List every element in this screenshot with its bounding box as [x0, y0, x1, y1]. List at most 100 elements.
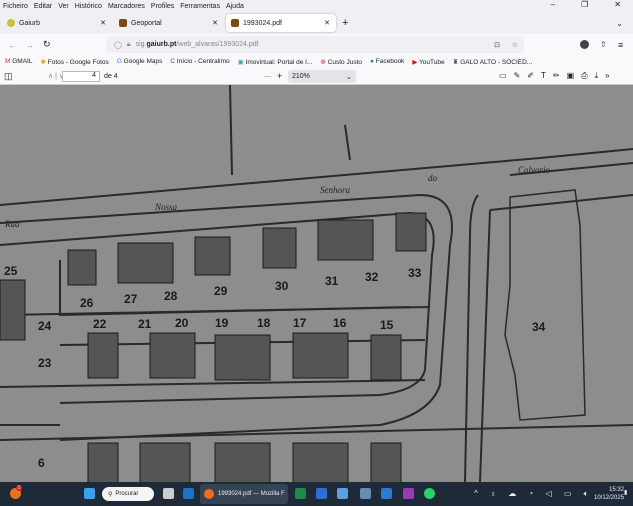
menu-marcadores[interactable]: Marcadores — [108, 3, 145, 10]
new-tab-button[interactable]: + — [342, 17, 348, 29]
street-label: do — [428, 173, 438, 183]
menu-editar[interactable]: Editar — [34, 3, 52, 10]
word-icon[interactable] — [316, 488, 327, 499]
search-box[interactable]: ⚲ Procurar — [102, 487, 154, 501]
lot-label: 34 — [532, 320, 546, 334]
bookmark-star-icon[interactable]: ☆ — [512, 41, 518, 49]
date: 10/12/2025 — [594, 495, 625, 501]
url-path: /web_alvaras/1993024.pdf — [176, 41, 259, 48]
menu-profiles[interactable]: Profiles — [151, 3, 174, 10]
street-label: Senhora — [320, 185, 350, 195]
menu-ver[interactable]: Ver — [58, 3, 69, 10]
lot-label: 30 — [275, 279, 289, 293]
lot-label: 31 — [325, 274, 339, 288]
tab-strip: Gaiurb ✕ Geoportal ✕ 1993024.pdf ✕ + ⌄ — [0, 12, 633, 34]
lot-label: 21 — [138, 317, 152, 331]
tab-gaiurb[interactable]: Gaiurb ✕ — [2, 14, 112, 32]
save-icon[interactable]: ⤓ — [595, 71, 599, 81]
excel-icon[interactable] — [295, 488, 306, 499]
menu-ferramentas[interactable]: Ferramentas — [180, 3, 220, 10]
zoom-in-button[interactable]: + — [277, 71, 282, 81]
chevron-down-icon: ⌄ — [346, 73, 352, 81]
bookmark-maps[interactable]: G Google Maps — [117, 58, 163, 65]
lot-label: 16 — [333, 316, 347, 330]
tab-title: Gaiurb — [19, 19, 41, 27]
navigation-bar: ← → ↻ ◯ 🔒︎ sig. gaiurb.pt/web_alvaras/19930… — [0, 34, 633, 55]
menu-ajuda[interactable]: Ajuda — [226, 3, 244, 10]
lot-label: 22 — [93, 317, 107, 331]
text-icon[interactable]: T — [541, 71, 546, 81]
bookmark-youtube[interactable]: ▶ YouTube — [412, 58, 444, 66]
pdf-favicon-icon — [231, 19, 239, 27]
forward-icon[interactable]: → — [25, 40, 34, 50]
firefox-window-title: 1993024.pdf — Mozilla F — [218, 491, 285, 497]
page-number-input[interactable]: 4 — [62, 71, 100, 82]
close-tab-icon[interactable]: ✕ — [100, 19, 106, 27]
pdf-viewer-page[interactable]: 25 26 27 28 29 30 31 32 33 24 22 21 20 1… — [0, 85, 633, 482]
close-tab-icon[interactable]: ✕ — [324, 19, 330, 27]
minimize-button[interactable]: – — [551, 0, 555, 9]
url-prefix: sig. — [135, 41, 147, 48]
draw-icon[interactable]: ✏ — [553, 71, 560, 81]
extensions-icon[interactable]: ⇧ — [600, 40, 607, 49]
bookmark-custojusto[interactable]: ❁ Custo Justo — [320, 58, 362, 66]
image-icon[interactable]: ▣ — [567, 71, 575, 81]
install-icon[interactable]: ⊡ — [494, 41, 500, 49]
taskbar-firefox[interactable]: 1993024.pdf — Mozilla F — [200, 484, 288, 504]
task-view-icon[interactable] — [163, 488, 174, 499]
street-label: Rua — [4, 219, 20, 229]
more-tools-icon[interactable]: » — [605, 71, 609, 81]
close-tab-icon[interactable]: ✕ — [212, 19, 218, 27]
url-domain: gaiurb.pt — [146, 41, 177, 48]
app-icon[interactable] — [337, 488, 348, 499]
start-icon[interactable] — [84, 488, 95, 499]
lot-label: 33 — [408, 266, 422, 280]
firefox-icon — [204, 489, 214, 499]
account-avatar[interactable] — [580, 40, 589, 49]
url-bar[interactable]: ◯ 🔒︎ sig. gaiurb.pt/web_alvaras/1993024.pdf… — [106, 36, 524, 53]
geoportal-favicon-icon — [119, 19, 127, 27]
menu-historico[interactable]: Histórico — [75, 3, 102, 10]
tab-list-chevron-icon[interactable]: ⌄ — [616, 19, 623, 28]
tab-geoportal[interactable]: Geoportal ✕ — [114, 14, 224, 32]
sidebar-toggle-icon[interactable]: ◫ — [4, 71, 13, 82]
signature-icon[interactable]: ✎ — [514, 71, 521, 81]
back-icon[interactable]: ← — [8, 40, 17, 50]
lot-label: 6 — [38, 456, 45, 470]
bookmarks-bar: M GMAIL ✱ Fotos - Google Fotos G Google … — [0, 55, 633, 68]
close-button[interactable]: ✕ — [614, 0, 621, 9]
zoom-out-button[interactable]: — — [264, 73, 271, 80]
reload-icon[interactable]: ↻ — [43, 39, 51, 50]
bookmark-centralimo[interactable]: C Início - Centralimo — [170, 58, 229, 65]
bookmark-fotos[interactable]: ✱ Fotos - Google Fotos — [40, 58, 108, 66]
lot-label: 28 — [164, 289, 178, 303]
comment-icon[interactable]: ▭ — [499, 71, 507, 81]
lot-label: 15 — [380, 318, 394, 332]
system-tray-icons[interactable]: ^ ♁ ☁ ◔ ◁ ▭ 🔈︎ — [474, 489, 593, 499]
notifications-icon[interactable]: ▮ — [624, 489, 627, 496]
whatsapp-icon[interactable] — [424, 488, 435, 499]
restore-button[interactable]: ❐ — [581, 0, 588, 9]
bookmark-gmail[interactable]: M GMAIL — [5, 58, 32, 65]
lot-label: 23 — [38, 356, 52, 370]
calendar-icon[interactable] — [381, 488, 392, 499]
menu-icon[interactable]: ≡ — [618, 40, 623, 50]
clock[interactable]: 15:32 10/12/2025 — [594, 486, 624, 502]
calculator-icon[interactable] — [360, 488, 371, 499]
search-icon: ⚲ — [108, 491, 113, 498]
zoom-select[interactable]: 210% ⌄ — [288, 70, 356, 83]
tab-title: 1993024.pdf — [243, 19, 282, 27]
tab-title: Geoportal — [131, 19, 162, 27]
outlook-icon[interactable] — [183, 488, 194, 499]
bookmark-galoalto[interactable]: ♜ GALO ALTO - SOCIED... — [453, 58, 533, 66]
tab-pdf[interactable]: 1993024.pdf ✕ — [226, 14, 336, 32]
street-label: Calvario — [518, 165, 551, 175]
print-icon[interactable]: ⎙ — [581, 71, 587, 81]
bookmark-imovirtual[interactable]: ▣ Imovirtual: Portal de I... — [238, 58, 313, 66]
lot-label: 17 — [293, 316, 307, 330]
time: 15:32 — [609, 487, 625, 493]
menu-ficheiro[interactable]: Ficheiro — [3, 3, 28, 10]
highlight-icon[interactable]: ✐ — [527, 71, 534, 81]
clipchamp-icon[interactable] — [403, 488, 414, 499]
bookmark-facebook[interactable]: ● Facebook — [370, 58, 404, 65]
